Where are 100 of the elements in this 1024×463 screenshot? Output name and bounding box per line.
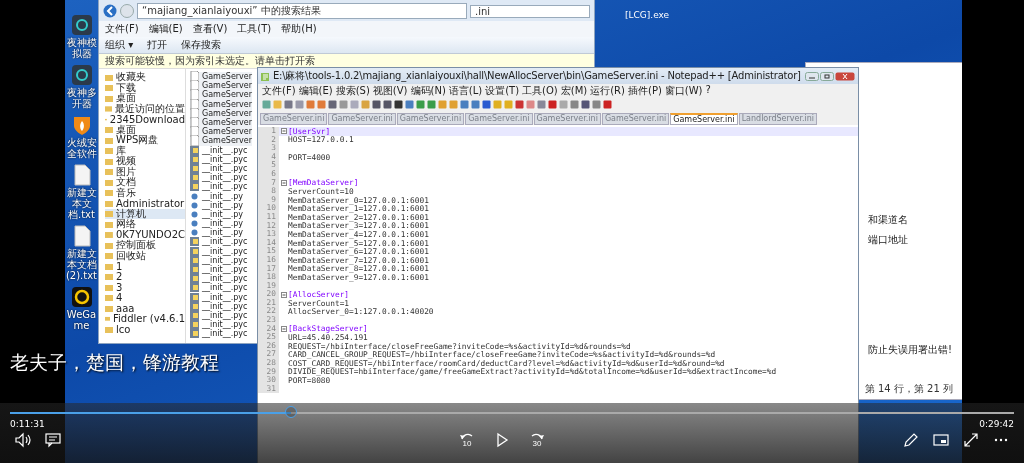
menu-item[interactable]: 工具(O) — [522, 84, 558, 98]
sidebar-item[interactable]: 控制面板 — [105, 240, 185, 251]
menu-item[interactable]: 编码(N) — [410, 84, 446, 98]
sidebar-item[interactable]: WPS网盘 — [105, 135, 185, 146]
close-icon[interactable] — [835, 71, 855, 81]
file-tab[interactable]: GameServer.ini — [670, 113, 738, 125]
sidebar-item[interactable]: 计算机 — [105, 208, 185, 219]
sidebar-item[interactable]: 桌面 — [105, 93, 185, 104]
info-bar: 搜索可能较慢，因为索引未选定。请单击打开索 — [99, 54, 594, 69]
file-item[interactable]: __init__.py — [190, 228, 243, 238]
app-icon[interactable] — [70, 14, 93, 36]
file-item[interactable]: __init__.py — [190, 191, 243, 201]
menu-item[interactable]: 插件(P) — [628, 84, 662, 98]
sidebar-item[interactable]: 回收站 — [105, 250, 185, 261]
app-icon[interactable] — [70, 64, 93, 86]
toolbar-button[interactable]: 组织 ▾ — [105, 38, 134, 52]
sidebar-item[interactable]: Fiddler (v4.6.1 — [105, 313, 185, 324]
maximize-icon[interactable] — [820, 71, 834, 81]
sidebar-item[interactable]: 4 — [105, 292, 185, 303]
sidebar-item[interactable]: 桌面 — [105, 124, 185, 135]
menu-item[interactable]: ? — [705, 84, 711, 98]
file-item[interactable]: __init__.pyc — [190, 255, 248, 265]
window-title: E:\麻将\tools-1.0.2\majiang_xianlaiyouxi\hall\NewAllocServer\bin\GameServer.ini - Notepad++ [Administrator] — [273, 69, 802, 83]
volume-icon[interactable] — [14, 432, 32, 448]
address-bar[interactable]: “majiang_xianlaiyouxi” 中的搜索结果 — [137, 3, 467, 19]
menu-item[interactable]: 设置(T) — [485, 84, 520, 98]
file-item[interactable]: __init__.pyc — [190, 154, 248, 164]
menu-item[interactable]: 窗口(W) — [664, 84, 703, 98]
sidebar-item[interactable]: 最近访问的位置 — [105, 103, 185, 114]
skip-forward-button[interactable]: 30 — [529, 432, 545, 448]
toolbar-button[interactable]: 保存搜索 — [181, 38, 222, 52]
file-icon — [190, 107, 199, 119]
file-icon — [190, 98, 199, 110]
menu-item[interactable]: 运行(R) — [590, 84, 625, 98]
elapsed-time: 0:11:31 — [10, 419, 45, 429]
file-item[interactable]: __init__.pyc — [190, 145, 248, 155]
sidebar-item[interactable]: 收藏夹 — [105, 72, 185, 83]
file-icon — [190, 135, 199, 147]
file-item[interactable]: __init__.pyc — [190, 246, 248, 256]
sidebar-item[interactable]: 0K7YUNDO2C — [105, 229, 185, 240]
fold-icon — [280, 128, 287, 135]
mini-player-icon[interactable] — [932, 432, 950, 448]
file-icon — [190, 89, 199, 101]
sidebar-item[interactable]: 3 — [105, 282, 185, 293]
play-icon[interactable] — [495, 432, 509, 448]
file-item[interactable]: __init__.pyc — [190, 237, 248, 247]
document-text: 端口地址 — [868, 233, 909, 247]
menu-item[interactable]: 查看(V) — [192, 22, 228, 36]
captions-icon[interactable] — [44, 432, 62, 448]
file-item[interactable]: __init__.py — [190, 200, 243, 210]
notepad-icon — [261, 71, 270, 81]
sidebar-item[interactable]: 网络 — [105, 219, 185, 230]
sidebar-item[interactable]: 2 — [105, 271, 185, 282]
file-item[interactable]: __init__.pyc — [190, 173, 248, 183]
sidebar-item[interactable]: 音乐 — [105, 187, 185, 198]
desktop-icon-label: 新建文本文档.txt — [65, 187, 98, 220]
menu-item[interactable]: 文件(F) — [105, 22, 139, 36]
menu-item[interactable]: 搜索(S) — [335, 84, 370, 98]
sidebar-item[interactable]: 视频 — [105, 156, 185, 167]
menu-item[interactable]: 帮助(H) — [281, 22, 317, 36]
file-item[interactable]: __init__.py — [190, 219, 243, 229]
back-icon[interactable] — [103, 4, 117, 18]
file-item[interactable]: __init__.py — [190, 209, 243, 219]
file-item[interactable]: GameServer — [190, 136, 253, 146]
file-item[interactable]: __init__.pyc — [190, 329, 248, 339]
sidebar-item[interactable]: 1 — [105, 261, 185, 272]
fullscreen-icon[interactable] — [962, 432, 980, 448]
sidebar-item[interactable]: 2345Download — [105, 114, 185, 125]
file-item[interactable]: __init__.pyc — [190, 264, 248, 275]
pencil-icon[interactable] — [902, 432, 920, 448]
sidebar-item[interactable]: Administrator — [105, 198, 185, 209]
minimize-icon[interactable] — [805, 71, 819, 81]
file-item[interactable]: __init__.pyc — [190, 182, 248, 192]
app-icon[interactable] — [70, 286, 93, 308]
file-item[interactable]: __init__.pyc — [190, 283, 248, 293]
search-field[interactable]: .ini — [470, 4, 590, 18]
file-item[interactable]: __init__.pyc — [190, 301, 248, 311]
sidebar-item[interactable]: 下载 — [105, 82, 185, 93]
file-item[interactable]: __init__.pyc — [190, 292, 248, 302]
menu-item[interactable]: 语言(L) — [448, 84, 483, 98]
sidebar-item[interactable]: 文档 — [105, 177, 185, 188]
desktop-icon-label: [LCG].exe — [625, 10, 670, 20]
menu-item[interactable]: 编辑(E) — [148, 22, 183, 36]
menu-item[interactable]: 视图(V) — [372, 84, 408, 98]
sidebar-item[interactable]: 库 — [105, 145, 185, 156]
sidebar-item[interactable]: 图片 — [105, 166, 185, 177]
toolbar-button[interactable]: 打开 — [147, 38, 168, 52]
menu-item[interactable]: 编辑(E) — [298, 84, 333, 98]
sidebar-item[interactable]: aaa — [105, 303, 185, 314]
sidebar-item[interactable]: lco — [105, 324, 185, 335]
menu-item[interactable]: 宏(M) — [560, 84, 588, 98]
progress-thumb[interactable] — [285, 406, 298, 418]
skip-back-button[interactable]: 10 — [459, 432, 475, 448]
file-item[interactable]: __init__.pyc — [190, 310, 248, 321]
file-item[interactable]: __init__.pyc — [190, 274, 248, 284]
status-text: 第 14 行，第 21 列 — [864, 382, 954, 396]
menu-item[interactable]: 文件(F) — [262, 84, 296, 98]
file-item[interactable]: __init__.pyc — [190, 320, 248, 330]
file-item[interactable]: __init__.pyc — [190, 163, 248, 174]
menu-item[interactable]: 工具(T) — [237, 22, 272, 36]
